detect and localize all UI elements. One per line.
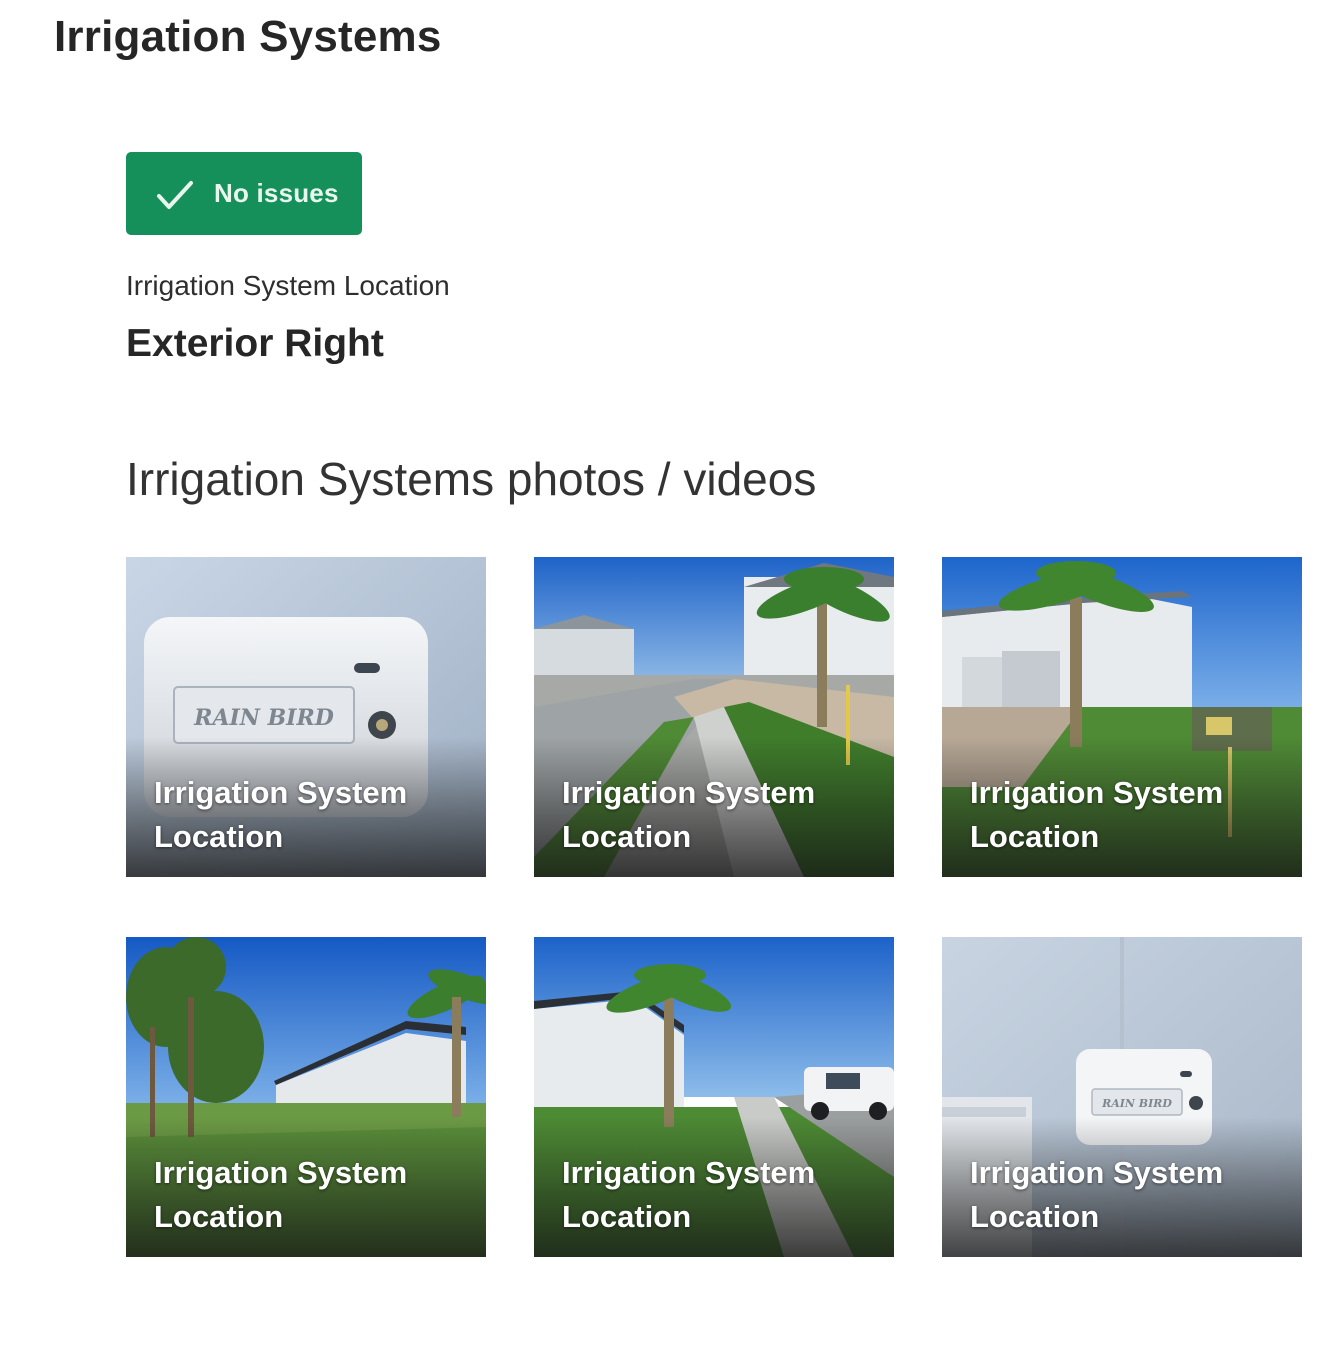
media-thumbnail[interactable]: RAIN BIRD Irrigation System Location xyxy=(942,937,1302,1257)
media-heading: Irrigation Systems photos / videos xyxy=(126,453,817,505)
status-badge: No issues xyxy=(126,152,362,235)
media-thumbnail[interactable]: Irrigation System Location xyxy=(126,937,486,1257)
media-thumbnail[interactable]: Irrigation System Location xyxy=(534,937,894,1257)
thumbnail-caption: Irrigation System Location xyxy=(970,775,1224,854)
thumbnail-caption: Irrigation System Location xyxy=(562,775,816,854)
brand-logo: RAIN BIRD xyxy=(193,705,334,731)
field-label: Irrigation System Location xyxy=(126,270,450,301)
section-title: Irrigation Systems xyxy=(54,12,442,61)
field-value: Exterior Right xyxy=(126,322,384,365)
media-thumbnail[interactable]: RAIN BIRD Irrigation System Location xyxy=(126,557,486,877)
brand-logo: RAIN BIRD xyxy=(1101,1097,1172,1110)
media-thumbnail[interactable]: Irrigation System Location xyxy=(534,557,894,877)
thumbnail-caption: Irrigation System Location xyxy=(970,1155,1224,1234)
status-label: No issues xyxy=(214,178,339,208)
thumbnail-caption: Irrigation System Location xyxy=(154,775,408,854)
checkmark-icon xyxy=(157,180,193,209)
media-thumbnail[interactable]: Irrigation System Location xyxy=(942,557,1302,877)
thumbnail-caption: Irrigation System Location xyxy=(154,1155,408,1234)
thumbnail-caption: Irrigation System Location xyxy=(562,1155,816,1234)
